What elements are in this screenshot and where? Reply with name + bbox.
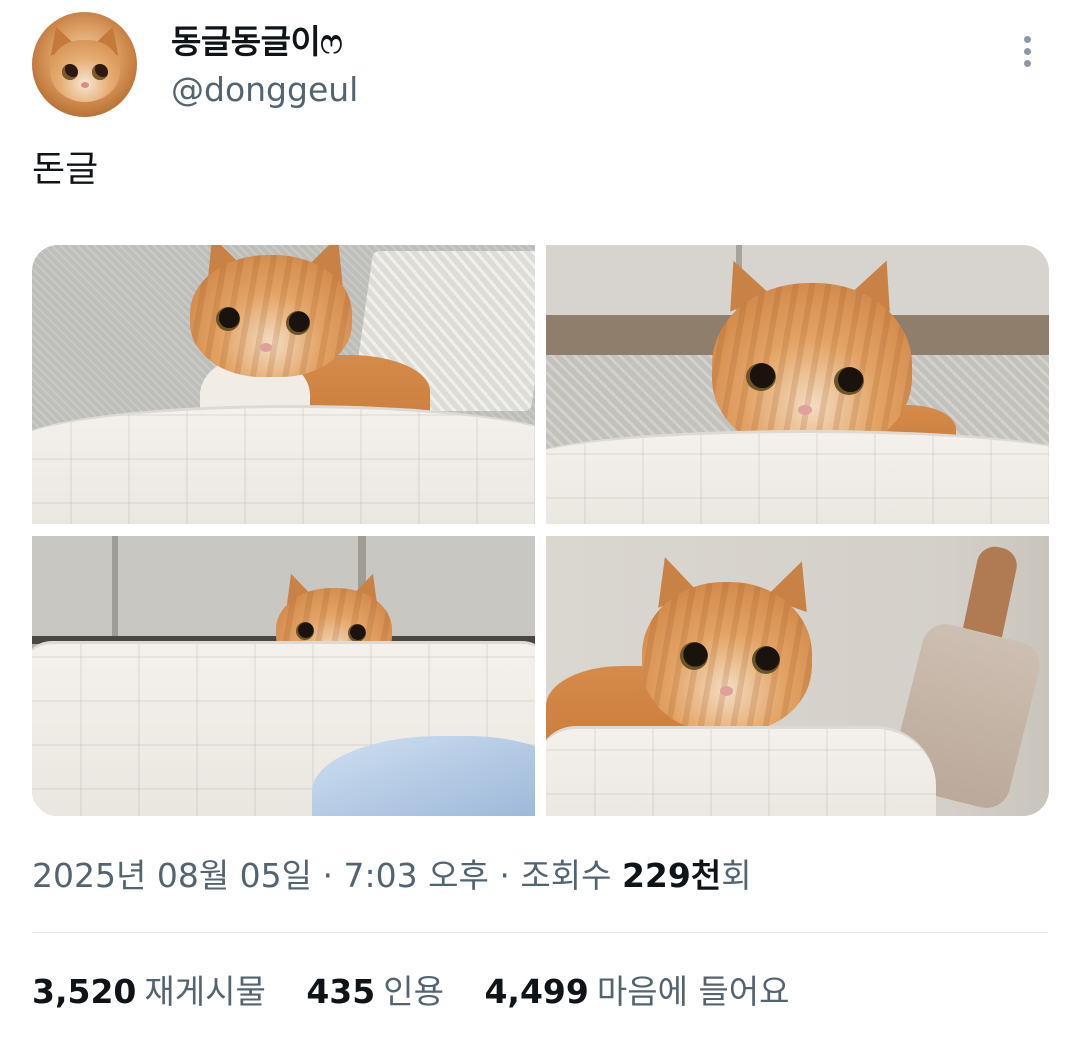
photo-cabinet-gap xyxy=(112,536,118,636)
cat-eye-right xyxy=(834,367,864,395)
avatar-cat-nose xyxy=(81,82,89,88)
photo-bed xyxy=(32,405,535,524)
cat-eye-left xyxy=(746,363,776,391)
tweet-stats: 3,520 재게시물 435 인용 4,499 마음에 들어요 xyxy=(32,968,820,1016)
tweet-time[interactable]: 7:03 오후 xyxy=(344,856,489,895)
avatar-cat-eye-right xyxy=(92,64,108,80)
views-label: 조회수 xyxy=(520,856,612,895)
media-photo-4[interactable] xyxy=(546,536,1049,816)
media-grid xyxy=(32,245,1049,816)
cat-eye-left xyxy=(296,622,314,640)
user-handle[interactable]: @donggeul xyxy=(171,68,358,112)
media-photo-1[interactable] xyxy=(32,245,535,524)
cat-eye-right xyxy=(348,624,366,642)
cat-head xyxy=(190,255,352,377)
more-vertical-icon[interactable] xyxy=(1018,36,1036,74)
tweet-meta: 2025년 08월 05일 · 7:03 오후 · 조회수 229천회 xyxy=(32,852,752,900)
tweet-text: 돈글 xyxy=(32,149,99,190)
reposts-label: 재게시물 xyxy=(144,972,266,1011)
quotes-stat[interactable]: 435 인용 xyxy=(306,968,444,1016)
tweet-date[interactable]: 2025년 08월 05일 xyxy=(32,856,312,895)
media-photo-3[interactable] xyxy=(32,536,535,816)
likes-count: 4,499 xyxy=(484,972,589,1011)
likes-stat[interactable]: 4,499 마음에 들어요 xyxy=(484,968,789,1016)
cat-eye-right xyxy=(752,646,780,674)
views-count: 229천 xyxy=(621,856,722,895)
more-dot xyxy=(1023,60,1031,67)
likes-label: 마음에 들어요 xyxy=(596,972,790,1011)
media-photo-2[interactable] xyxy=(546,245,1049,524)
quotes-label: 인용 xyxy=(383,972,444,1011)
more-dot xyxy=(1023,36,1031,43)
meta-separator: · xyxy=(322,856,334,895)
cat-eye-left xyxy=(680,642,708,670)
views-suffix: 회 xyxy=(721,856,752,895)
more-dot xyxy=(1023,48,1031,55)
reposts-stat[interactable]: 3,520 재게시물 xyxy=(32,968,266,1016)
photo-bed xyxy=(546,726,936,816)
avatar-cat-eye-left xyxy=(62,64,78,80)
quotes-count: 435 xyxy=(306,972,376,1011)
avatar-cat-face xyxy=(50,40,120,102)
photo-bed xyxy=(546,430,1049,524)
cat-head xyxy=(642,582,812,732)
cat-eye-left xyxy=(216,307,240,331)
meta-separator: · xyxy=(499,856,510,895)
cat-nose xyxy=(798,405,812,415)
cat-eye-right xyxy=(286,311,310,335)
cat-head xyxy=(712,283,912,453)
cat-nose xyxy=(720,686,733,696)
divider xyxy=(32,932,1048,933)
display-name[interactable]: 동글동글이ෆ xyxy=(171,20,343,64)
reposts-count: 3,520 xyxy=(32,972,137,1011)
cat-nose xyxy=(260,343,272,352)
avatar[interactable] xyxy=(32,12,137,117)
